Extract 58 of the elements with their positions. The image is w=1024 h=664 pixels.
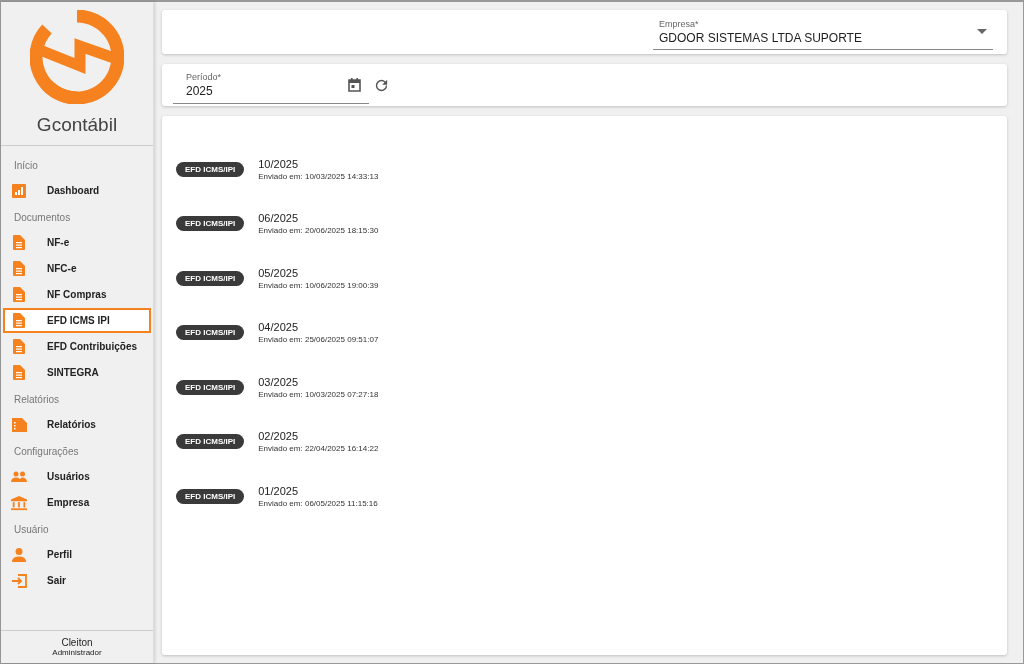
document-icon — [13, 287, 25, 302]
nav-item[interactable]: EFD Contribuições — [3, 334, 151, 359]
type-tag: EFD ICMS/IPI — [176, 325, 245, 341]
nav-item[interactable]: Usuários — [3, 464, 151, 489]
user-name: Cleiton — [61, 637, 93, 648]
submission-period: 02/2025 — [258, 430, 299, 443]
nav-item[interactable]: NF Compras — [3, 282, 151, 307]
sent-date: Enviado em: 06/05/2025 11:15:16 — [258, 498, 378, 508]
document-icon — [13, 365, 25, 380]
brand-name: Gcontábil — [36, 114, 118, 136]
sent-date: Enviado em: 20/06/2025 18:15:30 — [258, 226, 379, 236]
logo-icon — [30, 10, 124, 104]
submission-period: 10/2025 — [258, 157, 299, 170]
type-tag: EFD ICMS/IPI — [176, 216, 245, 232]
calendar-icon[interactable] — [348, 77, 361, 92]
section-title: Usuário — [13, 523, 50, 537]
type-tag: EFD ICMS/IPI — [176, 379, 245, 395]
nav-item[interactable]: SINTEGRA — [3, 360, 151, 385]
submission-period: 01/2025 — [258, 484, 299, 497]
user-role: Administrador — [52, 648, 102, 657]
section-title: Documentos — [13, 211, 72, 225]
nav-item[interactable]: Sair — [3, 568, 151, 593]
document-icon — [13, 313, 25, 328]
submission-period: 05/2025 — [258, 266, 299, 279]
exit-icon — [11, 573, 27, 588]
sent-date: Enviado em: 10/03/2025 07:27:18 — [258, 389, 379, 399]
report-icon — [11, 417, 27, 432]
sent-date: Enviado em: 22/04/2025 16:14:22 — [258, 444, 379, 454]
section-title: Configurações — [13, 445, 80, 459]
nav-item[interactable]: Perfil — [3, 542, 151, 567]
nav-item[interactable]: Dashboard — [3, 178, 151, 203]
users-icon — [11, 470, 27, 483]
nav-item[interactable]: NFC-e — [3, 256, 151, 281]
submission-period: 06/2025 — [258, 212, 299, 225]
document-icon — [13, 235, 25, 250]
nav-item[interactable]: Empresa — [3, 490, 151, 515]
section-title: Início — [13, 159, 39, 173]
nav-item[interactable]: Relatórios — [3, 412, 151, 437]
document-icon — [13, 261, 25, 276]
sent-date: Enviado em: 10/06/2025 19:00:39 — [258, 280, 379, 290]
nav-item[interactable]: EFD ICMS IPI — [3, 308, 151, 333]
bank-icon — [11, 494, 27, 511]
sent-date: Enviado em: 25/06/2025 09:51:07 — [258, 335, 379, 345]
chart-icon — [12, 183, 26, 198]
type-tag: EFD ICMS/IPI — [176, 270, 245, 286]
submission-period: 04/2025 — [258, 321, 299, 334]
type-tag: EFD ICMS/IPI — [176, 161, 245, 177]
company-select[interactable]: Empresa* GDOOR SISTEMAS LTDA SUPORTE — [653, 14, 993, 50]
person-icon — [12, 547, 26, 562]
document-icon — [13, 339, 25, 354]
type-tag: EFD ICMS/IPI — [176, 434, 245, 450]
submission-period: 03/2025 — [258, 375, 299, 388]
type-tag: EFD ICMS/IPI — [176, 488, 245, 504]
section-title: Relatórios — [13, 393, 61, 407]
nav-item[interactable]: NF-e — [3, 230, 151, 255]
period-field[interactable]: Período* 2025 — [173, 66, 369, 104]
sent-date: Enviado em: 10/03/2025 14:33:13 — [258, 171, 379, 181]
dropdown-caret-icon — [977, 29, 987, 34]
